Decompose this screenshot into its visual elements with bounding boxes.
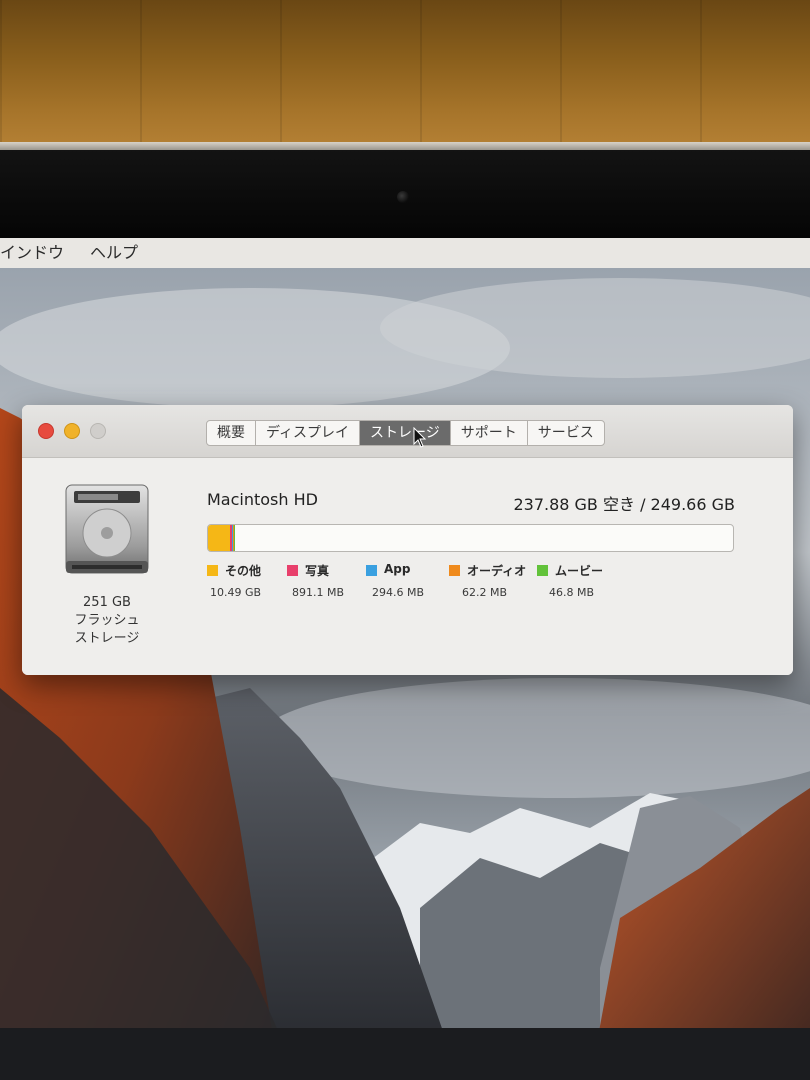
- storage-usage-bar: [207, 524, 734, 552]
- legend-size: 62.2 MB: [462, 586, 508, 599]
- storage-segment-0: [208, 525, 231, 551]
- legend-label: その他: [225, 564, 262, 578]
- minimize-button[interactable]: [64, 423, 80, 439]
- tab-displays[interactable]: ディスプレイ: [256, 421, 361, 445]
- hard-drive-icon: [65, 484, 149, 574]
- wooden-desk: [0, 0, 810, 148]
- legend-swatch: [207, 565, 218, 576]
- legend-label: App: [384, 562, 411, 576]
- tab-service[interactable]: サービス: [528, 421, 604, 445]
- legend-size: 891.1 MB: [292, 586, 345, 599]
- laptop-lid-edge: [0, 142, 810, 150]
- zoom-button: [90, 423, 106, 439]
- capacity-type-line2: ストレージ: [74, 631, 140, 646]
- legend-swatch: [366, 565, 377, 576]
- capacity-size: 251 GB: [83, 595, 131, 610]
- menu-help[interactable]: ヘルプ: [90, 238, 138, 268]
- tab-support[interactable]: サポート: [451, 421, 528, 445]
- legend-swatch: [449, 565, 460, 576]
- tab-overview[interactable]: 概要: [207, 421, 256, 445]
- tab-bar: 概要 ディスプレイ ストレージ サポート サービス: [206, 420, 605, 446]
- legend-size: 294.6 MB: [372, 586, 425, 599]
- mouse-pointer-icon: [413, 427, 427, 448]
- menu-window[interactable]: インドウ: [0, 238, 64, 268]
- legend-label: オーディオ: [467, 564, 527, 578]
- tab-storage[interactable]: ストレージ: [360, 421, 451, 445]
- legend-size: 10.49 GB: [210, 586, 262, 599]
- storage-segment-4: [233, 525, 235, 551]
- menu-bar: インドウ ヘルプ: [0, 238, 810, 269]
- storage-panel: 251 GB フラッシュ ストレージ Macintosh HD 237.88 G…: [22, 458, 793, 675]
- legend-size: 46.8 MB: [549, 586, 595, 599]
- capacity-type-line1: フラッシュ: [74, 613, 140, 628]
- legend-label: 写真: [305, 564, 330, 578]
- close-button[interactable]: [38, 423, 54, 439]
- disk-free-space: 237.88 GB 空き / 249.66 GB: [513, 495, 735, 514]
- webcam: [397, 191, 409, 203]
- about-this-mac-window: 概要 ディスプレイ ストレージ サポート サービス 251 GB フラッシュ ス…: [22, 405, 793, 675]
- legend-label: ムービー: [555, 564, 604, 578]
- legend-swatch: [537, 565, 548, 576]
- legend-swatch: [287, 565, 298, 576]
- disk-name: Macintosh HD: [207, 490, 318, 509]
- window-titlebar: 概要 ディスプレイ ストレージ サポート サービス: [22, 405, 793, 458]
